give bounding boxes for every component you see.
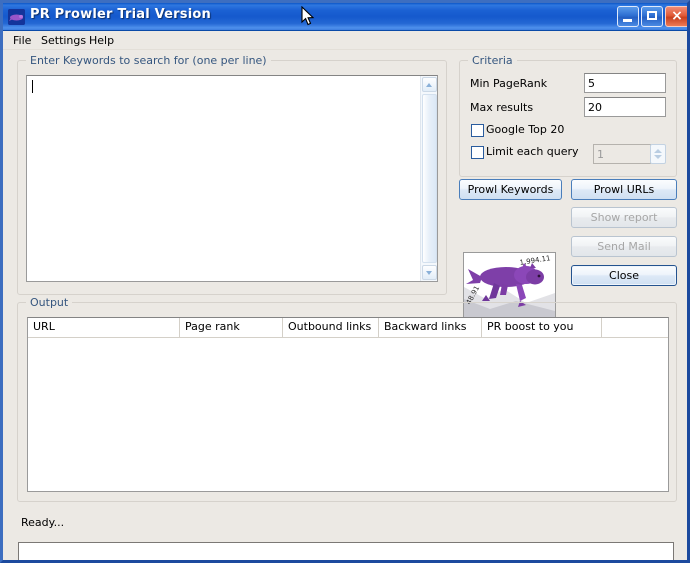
menu-item-settings[interactable]: Settings bbox=[39, 34, 88, 47]
criteria-groupbox: Criteria Min PageRank Max results Google… bbox=[459, 54, 677, 177]
keywords-groupbox: Enter Keywords to search for (one per li… bbox=[17, 54, 447, 295]
prowl-urls-button[interactable]: Prowl URLs bbox=[571, 179, 677, 200]
results-header-row: URL Page rank Outbound links Backward li… bbox=[28, 318, 668, 338]
keywords-input-wrapper[interactable] bbox=[26, 75, 438, 282]
maximize-button[interactable] bbox=[641, 6, 663, 27]
maximize-icon bbox=[647, 11, 657, 20]
close-button-main[interactable]: Close bbox=[571, 265, 677, 286]
column-header-url[interactable]: URL bbox=[28, 318, 180, 337]
show-report-button[interactable]: Show report bbox=[571, 207, 677, 228]
column-header-outbound-links[interactable]: Outbound links bbox=[283, 318, 379, 337]
limit-each-query-stepper[interactable] bbox=[650, 144, 666, 164]
max-results-label: Max results bbox=[470, 101, 534, 114]
prowl-keywords-button[interactable]: Prowl Keywords bbox=[459, 179, 562, 200]
keywords-input[interactable] bbox=[29, 78, 423, 277]
google-top-20-label: Google Top 20 bbox=[486, 123, 565, 136]
window-title: PR Prowler Trial Version bbox=[30, 7, 211, 22]
column-header-extra[interactable] bbox=[602, 318, 668, 337]
menu-bar: File Settings Help bbox=[3, 31, 687, 50]
minimize-button[interactable] bbox=[617, 6, 639, 27]
prowler-panther-icon bbox=[8, 9, 25, 25]
title-bar[interactable]: PR Prowler Trial Version × bbox=[3, 3, 687, 31]
client-area: Enter Keywords to search for (one per li… bbox=[3, 50, 687, 560]
scrollbar-thumb[interactable] bbox=[422, 94, 437, 263]
max-results-input[interactable] bbox=[584, 97, 666, 117]
send-mail-button[interactable]: Send Mail bbox=[571, 236, 677, 257]
stepper-down-icon[interactable] bbox=[654, 155, 662, 159]
menu-item-file[interactable]: File bbox=[11, 34, 33, 47]
window-controls: × bbox=[617, 6, 687, 27]
output-group-label: Output bbox=[26, 296, 73, 309]
column-header-pr-boost[interactable]: PR boost to you bbox=[482, 318, 602, 337]
close-button[interactable]: × bbox=[665, 6, 687, 27]
criteria-group-label: Criteria bbox=[468, 54, 517, 67]
column-header-page-rank[interactable]: Page rank bbox=[180, 318, 283, 337]
limit-each-query-input[interactable] bbox=[593, 144, 651, 164]
scroll-down-icon[interactable] bbox=[422, 265, 437, 280]
keywords-scrollbar[interactable] bbox=[420, 76, 437, 281]
results-listview[interactable]: URL Page rank Outbound links Backward li… bbox=[27, 317, 669, 492]
close-icon: × bbox=[671, 8, 683, 24]
keywords-group-label: Enter Keywords to search for (one per li… bbox=[26, 54, 271, 67]
minimize-icon bbox=[623, 19, 632, 22]
limit-each-query-label: Limit each query bbox=[486, 145, 579, 158]
min-pagerank-input[interactable] bbox=[584, 73, 666, 93]
stepper-up-icon[interactable] bbox=[654, 149, 662, 153]
status-text: Ready... bbox=[21, 516, 65, 529]
limit-each-query-checkbox[interactable] bbox=[471, 146, 484, 159]
application-window: PR Prowler Trial Version × File Settings… bbox=[0, 0, 690, 563]
min-pagerank-label: Min PageRank bbox=[470, 77, 548, 90]
column-header-backward-links[interactable]: Backward links bbox=[379, 318, 482, 337]
output-groupbox: Output URL Page rank Outbound links Back… bbox=[17, 296, 677, 502]
progress-bar bbox=[18, 542, 674, 560]
menu-item-help[interactable]: Help bbox=[87, 34, 116, 47]
google-top-20-checkbox[interactable] bbox=[471, 124, 484, 137]
scroll-up-icon[interactable] bbox=[422, 77, 437, 92]
